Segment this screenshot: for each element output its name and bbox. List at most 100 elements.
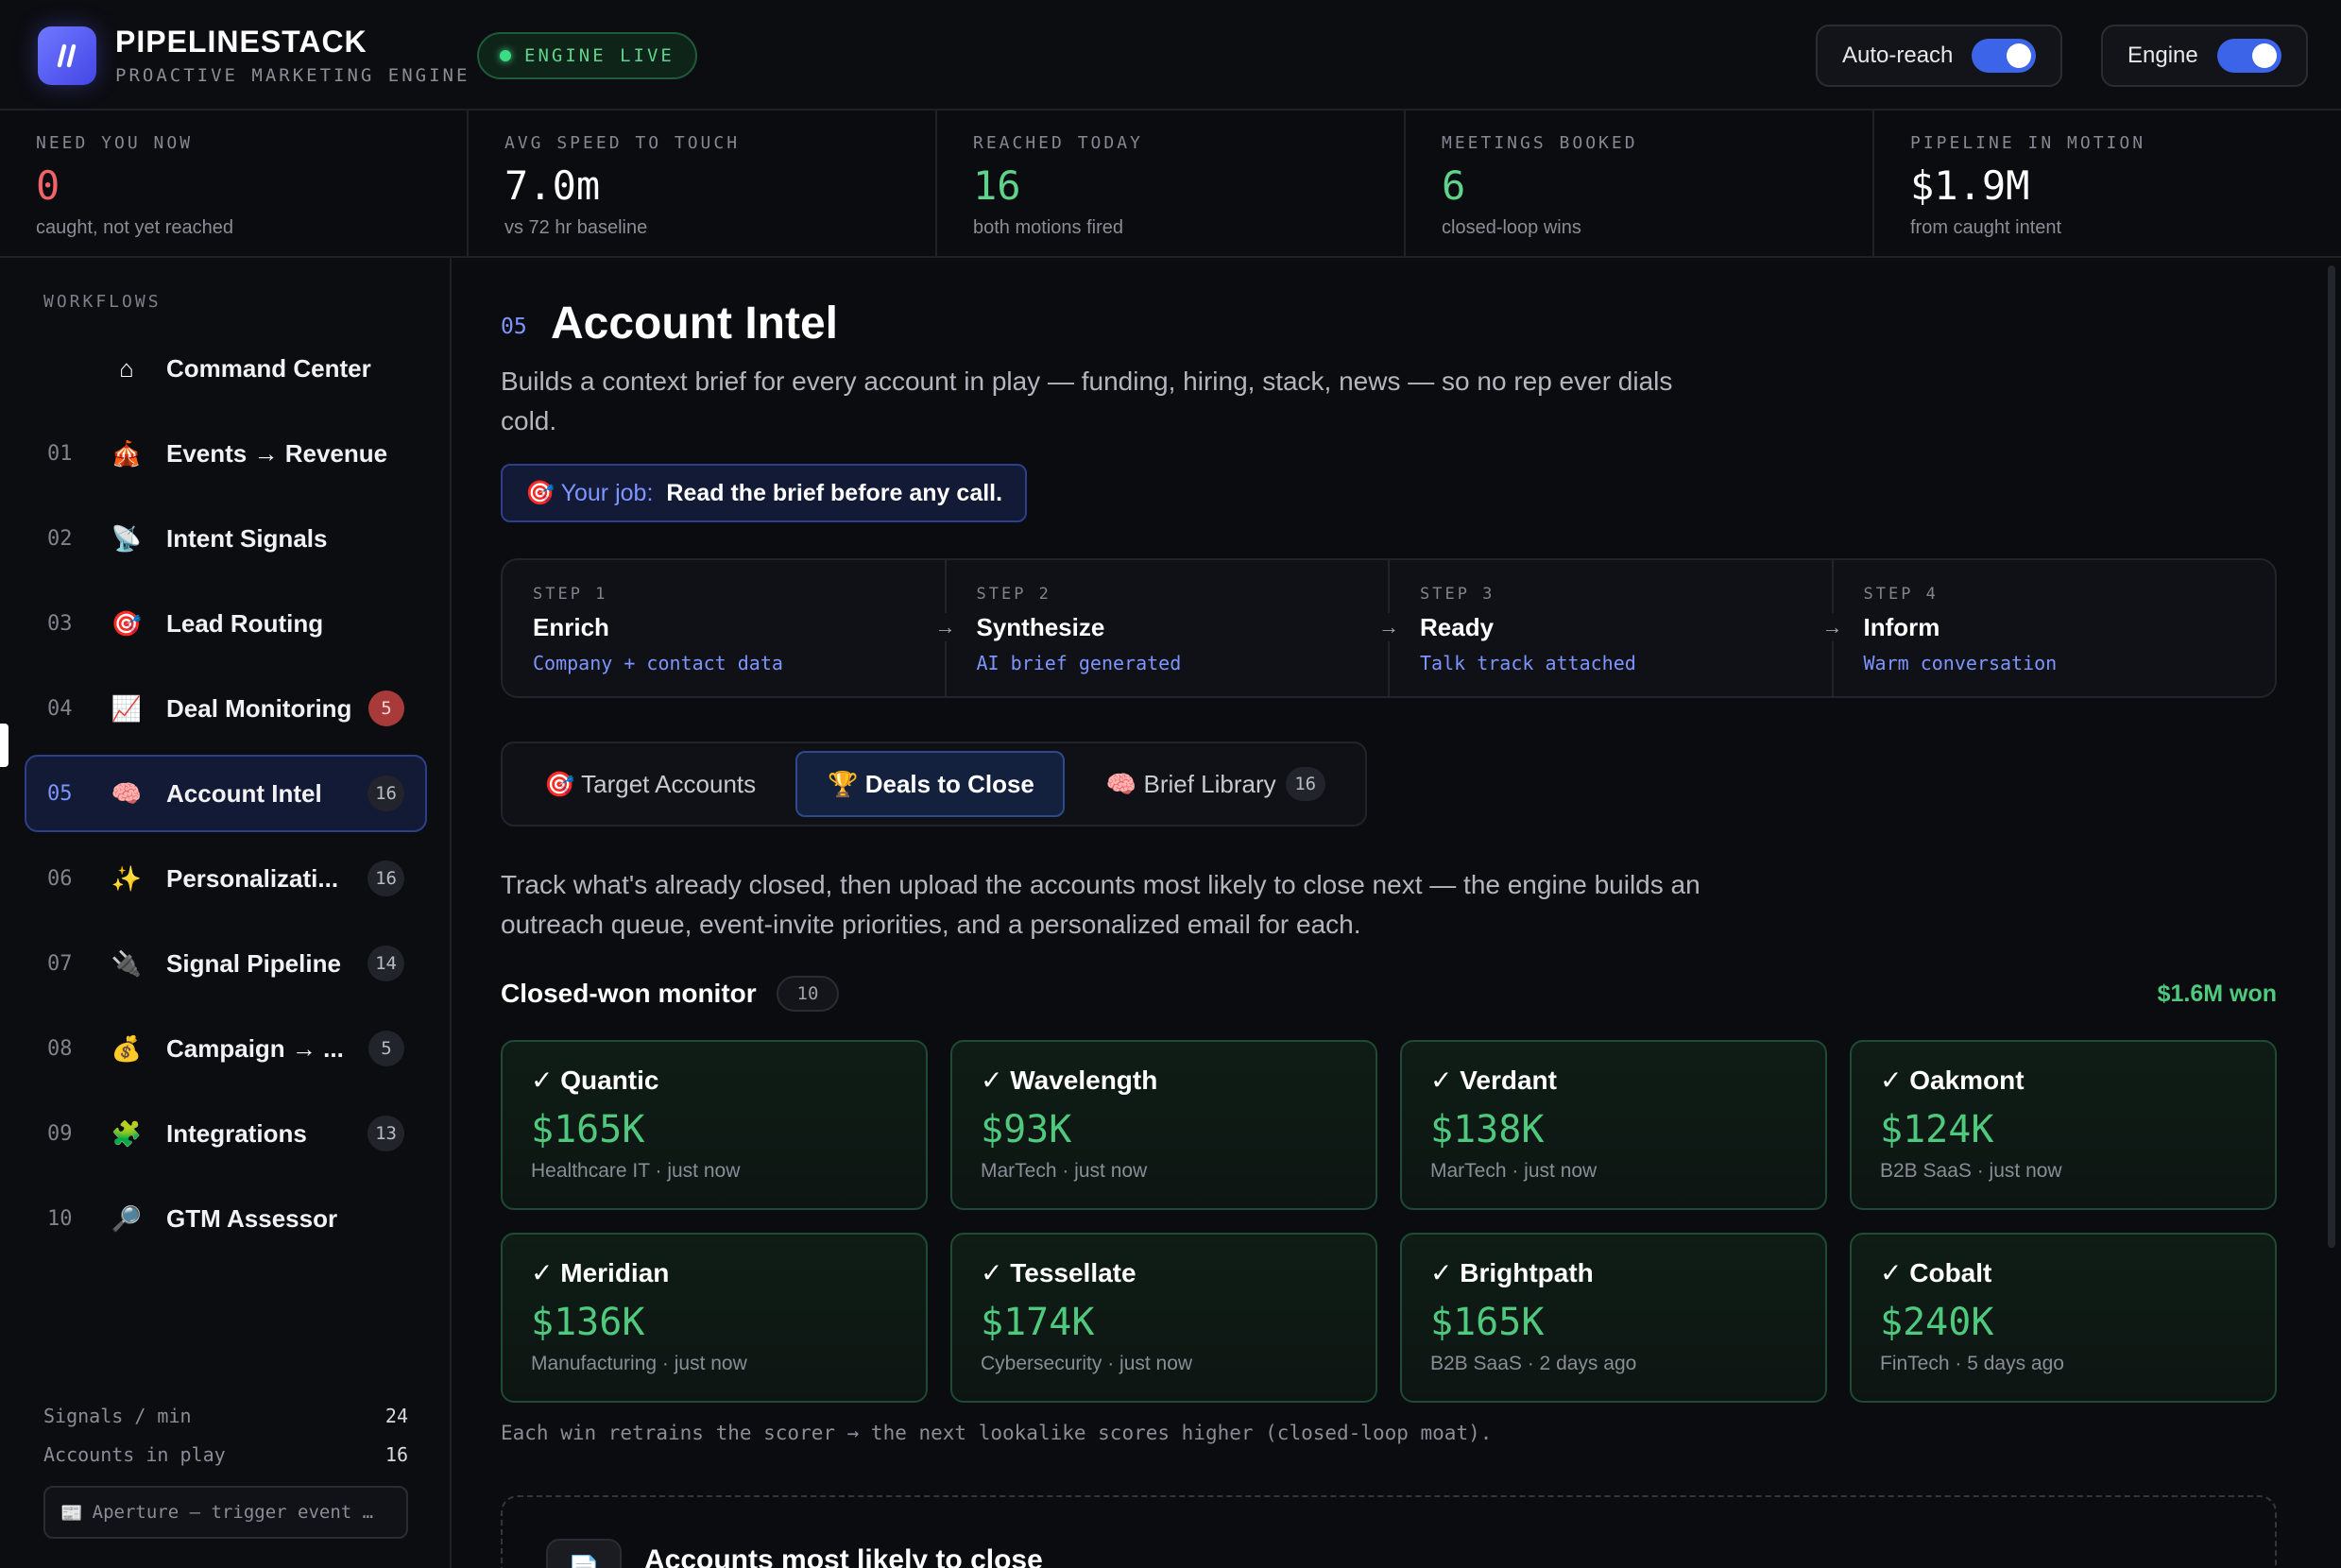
closed-won-card[interactable]: ✓ Cobalt $240K FinTech · 5 days ago [1850, 1233, 2277, 1403]
sidebar-item-campaign[interactable]: 08 💰 Campaign → ... 5 [25, 1010, 427, 1087]
deal-meta: FinTech · 5 days ago [1880, 1353, 2064, 1374]
sidebar-item-gtm-assessor[interactable]: 10 🔎 GTM Assessor [25, 1180, 427, 1257]
closed-won-card[interactable]: ✓ Tessellate $174K Cybersecurity · just no… [950, 1233, 1377, 1403]
sidebar-nav: ⌂ Command Center 01 🎪 Events → Revenue 02 📡 Int… [25, 330, 427, 1265]
sidebar-item-signal-pipeline[interactable]: 07 🔌 Signal Pipeline 14 [25, 925, 427, 1002]
sidebar-item-label: Personalizati... [166, 863, 339, 893]
sidebar-item-number: 01 [47, 441, 73, 466]
sidebar-item-badge: 13 [367, 1116, 404, 1151]
sidebar-item-intent-signals[interactable]: 02 📡 Intent Signals [25, 500, 427, 577]
step-label: STEP 1 [533, 585, 608, 604]
likely-to-close-panel: 📄 Accounts most likely to close [501, 1495, 2277, 1568]
plug-icon: 🔌 [111, 948, 143, 978]
engine-toggle[interactable]: Engine [2101, 25, 2308, 87]
page-title: Account Intel [551, 298, 839, 349]
brand-name: PIPELINESTACK [115, 25, 367, 59]
stat-subtext: both motions fired [973, 217, 1123, 238]
tab-badge: 16 [1285, 767, 1325, 801]
sidebar-item-badge: 16 [367, 775, 404, 811]
auto-reach-switch[interactable] [1972, 39, 2037, 73]
brand-subtitle: PROACTIVE MARKETING ENGINE [115, 65, 470, 86]
section-number: 05 [501, 315, 527, 339]
stat-value: 7.0m [504, 162, 601, 209]
sidebar-item-number: 02 [47, 526, 73, 551]
deal-name: ✓ Oakmont [1880, 1065, 2025, 1095]
stat-label: AVG SPEED TO TOUCH [504, 133, 741, 153]
puzzle-icon: 🧩 [111, 1118, 143, 1148]
stats-bar: NEED YOU NOW 0 caught, not yet reached AVG … [0, 111, 2341, 258]
step-label: STEP 2 [976, 585, 1051, 604]
sidebar-item-label: Command Center [166, 353, 371, 383]
chart-up-icon: 📈 [111, 693, 143, 723]
stat-value: $1.9M [1910, 162, 2030, 209]
deal-value: $165K [531, 1108, 645, 1151]
accounts-in-play-label: Accounts in play [43, 1443, 226, 1466]
closed-won-title: Closed-won monitor [501, 979, 757, 1008]
step-label: STEP 4 [1863, 585, 1939, 604]
app-window: PIPELINESTACK PROACTIVE MARKETING ENGINE… [0, 0, 2341, 1568]
stat-subtext: vs 72 hr baseline [504, 217, 648, 238]
document-icon: 📄 [546, 1539, 622, 1568]
sidebar-item-integrations[interactable]: 09 🧩 Integrations 13 [25, 1095, 427, 1172]
sidebar-item-command-center[interactable]: ⌂ Command Center [25, 330, 427, 407]
arrow-right-icon: → [1375, 613, 1403, 641]
step-title: Synthesize [976, 613, 1105, 641]
deal-meta: MarTech · just now [981, 1160, 1148, 1182]
closed-won-card[interactable]: ✓ Quantic $165K Healthcare IT · just now [501, 1040, 928, 1210]
deal-meta: Cybersecurity · just now [981, 1353, 1193, 1374]
sidebar-item-badge: 16 [367, 861, 404, 896]
stat-card: MEETINGS BOOKED 6 closed-loop wins [1406, 111, 1874, 256]
main-scrollbar[interactable] [2328, 265, 2335, 1248]
deal-value: $174K [981, 1301, 1095, 1344]
sidebar-item-personalizati[interactable]: 06 ✨ Personalizati... 16 [25, 840, 427, 917]
deal-meta: MarTech · just now [1430, 1160, 1598, 1182]
deal-name: ✓ Brightpath [1430, 1258, 1594, 1287]
sidebar-item-label: Integrations [166, 1118, 307, 1148]
step-subtitle: AI brief generated [976, 652, 1182, 674]
magnifier-icon: 🔎 [111, 1203, 143, 1233]
sidebar-item-account-intel[interactable]: 05 🧠 Account Intel 16 [25, 755, 427, 832]
closed-won-card[interactable]: ✓ Wavelength $93K MarTech · just now [950, 1040, 1377, 1210]
step-card: STEP 3 Ready Talk track attached → [1390, 560, 1847, 696]
home-icon: ⌂ [119, 353, 134, 383]
section-tabs: 🎯 Target Accounts 🏆 Deals to Close 🧠 Brief… [501, 741, 1367, 827]
tab-label: 🎯 Target Accounts [544, 769, 757, 798]
engine-switch[interactable] [2216, 39, 2281, 73]
tab-brief-library[interactable]: 🧠 Brief Library 16 [1074, 751, 1356, 817]
auto-reach-toggle[interactable]: Auto-reach [1816, 25, 2063, 87]
closed-won-total: $1.6M won [2157, 980, 2277, 1007]
accounts-in-play-value: 16 [384, 1443, 408, 1466]
sidebar-item-deal-monitoring[interactable]: 04 📈 Deal Monitoring 5 [25, 670, 427, 747]
deal-name: ✓ Meridian [531, 1258, 670, 1287]
step-label: STEP 3 [1420, 585, 1495, 604]
sparkles-icon: ✨ [111, 863, 143, 893]
auto-reach-label: Auto-reach [1842, 43, 1954, 68]
sidebar-item-lead-routing[interactable]: 03 🎯 Lead Routing [25, 585, 427, 662]
event-ticker[interactable]: 📰 Aperture — trigger event … [43, 1486, 408, 1539]
stat-label: REACHED TODAY [973, 133, 1143, 153]
closed-loop-footnote: Each win retrains the scorer → the next … [501, 1422, 1493, 1444]
sidebar-item-badge: 5 [368, 1031, 404, 1066]
closed-won-card[interactable]: ✓ Meridian $136K Manufacturing · just now [501, 1233, 928, 1403]
top-header: PIPELINESTACK PROACTIVE MARKETING ENGINE… [0, 0, 2341, 111]
logo-mark-icon [57, 43, 77, 68]
deal-value: $124K [1880, 1108, 1994, 1151]
closed-won-card[interactable]: ✓ Oakmont $124K B2B SaaS · just now [1850, 1040, 2277, 1210]
money-bag-icon: 💰 [111, 1033, 143, 1063]
sidebar-item-number: 06 [47, 866, 73, 891]
closed-won-card[interactable]: ✓ Verdant $138K MarTech · just now [1400, 1040, 1827, 1210]
tab-target-accounts[interactable]: 🎯 Target Accounts [512, 751, 786, 817]
step-card: STEP 2 Synthesize AI brief generated → [947, 560, 1403, 696]
sidebar-item-events-revenue[interactable]: 01 🎪 Events → Revenue [25, 415, 427, 492]
deal-name: ✓ Quantic [531, 1065, 659, 1095]
deal-value: $165K [1430, 1301, 1545, 1344]
workflow-steps: STEP 1 Enrich Company + contact data → STEP … [501, 558, 2277, 698]
tab-description: Track what's already closed, then upload… [501, 870, 1700, 939]
sidebar-heading: WORKFLOWS [43, 292, 162, 312]
tab-deals-to-close[interactable]: 🏆 Deals to Close [795, 751, 1065, 817]
signals-per-min-label: Signals / min [43, 1405, 192, 1427]
deal-meta: B2B SaaS · 2 days ago [1430, 1353, 1637, 1374]
signals-per-min: Signals / min 24 [43, 1405, 408, 1427]
circus-tent-icon: 🎪 [111, 438, 143, 468]
closed-won-card[interactable]: ✓ Brightpath $165K B2B SaaS · 2 days ago [1400, 1233, 1827, 1403]
